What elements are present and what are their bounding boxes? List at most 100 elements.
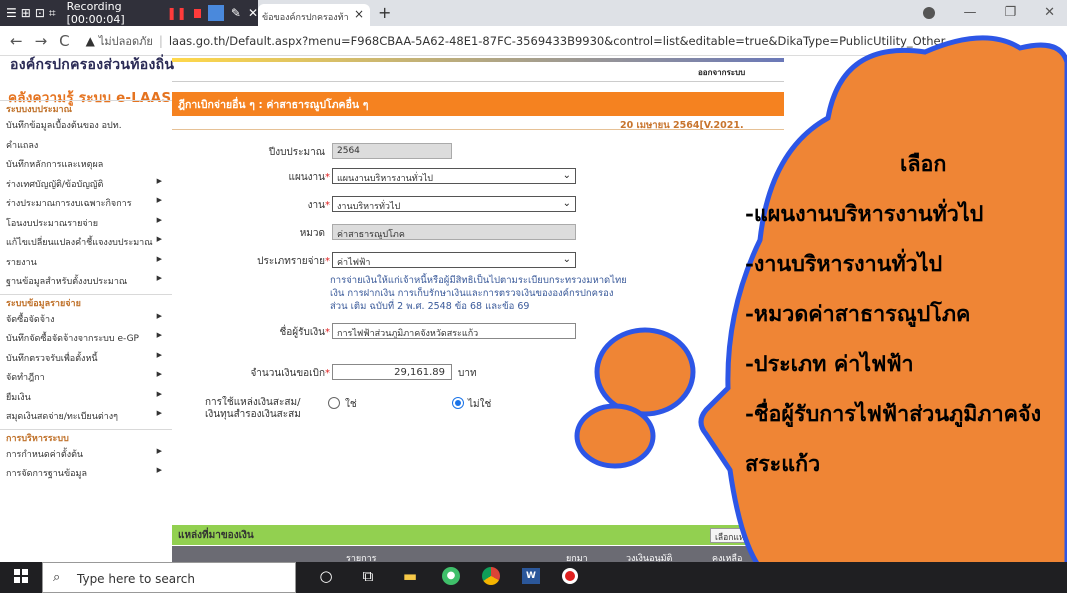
taskbar-search[interactable]: ⌕ Type here to search: [42, 562, 296, 593]
plan-select[interactable]: แผนงานบริหารงานทั่วไป ⌄: [332, 168, 576, 184]
chevron-right-icon: ▶: [156, 196, 162, 204]
chevron-right-icon: ▶: [156, 350, 162, 359]
sidebar-item-label: บันทึกจัดซื้อจัดจ้างจากระบบ e-GP: [6, 334, 139, 344]
sidebar-item[interactable]: ฐานข้อมูลสำหรับตั้งงบประมาณ ▶: [6, 274, 166, 288]
sidebar-item-label: จัดซื้อจัดจ้าง: [6, 314, 55, 325]
callout-ring-small: [574, 403, 656, 469]
callout-line: -งานบริหารงานทั่วไป: [745, 252, 943, 277]
chevron-right-icon: ▶: [156, 176, 162, 185]
sidebar-item[interactable]: จัดทำฎีกา ▶: [6, 370, 166, 384]
amount-input[interactable]: 29,161.89: [332, 364, 452, 380]
reserve-yes-radio[interactable]: [328, 397, 340, 409]
not-secure-label[interactable]: ไม่ปลอดภัย: [99, 32, 153, 50]
sidebar-item[interactable]: บันทึกข้อมูลเบื้องต้นของ อปท.: [6, 118, 166, 132]
chevron-right-icon: ▶: [156, 370, 162, 378]
sidebar-item-label: สมุดเงินสดจ่าย/ทะเบียนต่างๆ: [6, 412, 118, 422]
chevron-right-icon: ▶: [156, 409, 162, 417]
sidebar-item[interactable]: บันทึกตรวจรับเพื่อตั้งหนี้ ▶: [6, 351, 166, 365]
sidebar-item[interactable]: โอนงบประมาณรายจ่าย ▶: [6, 216, 166, 230]
sidebar-item[interactable]: ร่างเทศบัญญัติ/ข้อบัญญัติ ▶: [6, 177, 166, 191]
sidebar-item-label: รายงาน: [6, 257, 37, 268]
profile-icon[interactable]: [923, 7, 936, 19]
sidebar-item-label: การกำหนดค่าตั้งต้น: [6, 449, 84, 460]
work-label: งาน*: [307, 200, 330, 211]
sidebar-item-label: แก้ไขเปลี่ยนแปลงคำชี้แจงงบประมาณ: [6, 238, 153, 248]
sidebar-item[interactable]: บันทึกจัดซื้อจัดจ้างจากระบบ e-GP ▶: [6, 331, 166, 345]
pause-icon[interactable]: ❚❚: [167, 6, 187, 20]
sidebar-item-label: บันทึกข้อมูลเบื้องต้นของ อปท.: [6, 121, 122, 131]
sidebar-item-label: ร่างประมาณการงบเฉพาะกิจการ: [6, 199, 132, 209]
sidebar-item-label: บันทึกตรวจรับเพื่อตั้งหนี้: [6, 353, 98, 364]
chevron-right-icon: ▶: [156, 466, 162, 474]
recorder-app-icon[interactable]: [562, 568, 578, 584]
line-app-icon[interactable]: ●: [442, 567, 460, 585]
file-explorer-icon[interactable]: ▬: [400, 567, 420, 585]
windows-start-icon[interactable]: [14, 569, 28, 583]
sidebar-item[interactable]: คำแถลง: [6, 138, 166, 152]
screen-recorder-toolbar: ☰⊞⊡⌗ Recording [00:00:04] ❚❚ ✎ ✕: [0, 0, 258, 26]
chrome-icon[interactable]: [482, 567, 500, 585]
chevron-right-icon: ▶: [156, 311, 162, 320]
sidebar-item[interactable]: รายงาน ▶: [6, 255, 166, 269]
chevron-right-icon: ▶: [156, 446, 162, 455]
search-placeholder: Type here to search: [77, 572, 195, 586]
plan-label: แผนงาน*: [288, 172, 330, 183]
sidebar-section-title: ระบบงบประมาณ: [6, 105, 72, 115]
category-label: หมวด: [299, 228, 325, 239]
browser-tab[interactable]: ข้อของค์กรปกครองท้า ×: [258, 4, 370, 26]
sidebar-item-label: ร่างเทศบัญญัติ/ข้อบัญญัติ: [6, 179, 104, 190]
warning-icon: ▲: [85, 33, 95, 48]
reserve-no-radio[interactable]: [452, 397, 464, 409]
cortana-icon[interactable]: ○: [316, 567, 336, 585]
sidebar-section-title: การบริหารระบบ: [6, 433, 69, 444]
work-select[interactable]: งานบริหารทั่วไป ⌄: [332, 196, 576, 212]
recorder-tool-icons[interactable]: ☰⊞⊡⌗: [6, 6, 60, 21]
close-recorder-icon[interactable]: ✕: [248, 6, 258, 20]
payee-label: ชื่อผู้รับเงิน*: [279, 327, 330, 338]
budget-year-label: ปีงบประมาณ: [268, 147, 325, 158]
word-icon[interactable]: W: [522, 568, 540, 584]
new-tab-icon[interactable]: +: [378, 3, 391, 22]
sidebar-item[interactable]: สมุดเงินสดจ่าย/ทะเบียนต่างๆ ▶: [6, 409, 166, 423]
task-view-icon[interactable]: ⧉: [358, 567, 378, 585]
pen-icon[interactable]: ✎: [231, 6, 241, 20]
sidebar-item[interactable]: การกำหนดค่าตั้งต้น ▶: [6, 447, 166, 461]
chevron-right-icon: ▶: [156, 215, 162, 224]
callout-ring-large: [594, 327, 696, 417]
reserve-no-label: ไม่ใช่: [468, 399, 492, 410]
callout-line: -แผนงานบริหารงานทั่วไป: [745, 202, 984, 227]
page-title: ฎีกาเบิกจ่ายอื่น ๆ : ค่าสาธารณูปโภคอื่น …: [178, 98, 369, 111]
stop-icon[interactable]: [193, 8, 201, 18]
window-controls: — ❐ ✕: [923, 5, 1055, 20]
sidebar-item-label: การจัดการฐานข้อมูล: [6, 469, 87, 479]
sidebar-item[interactable]: แก้ไขเปลี่ยนแปลงคำชี้แจงงบประมาณ ▶: [6, 235, 166, 249]
sidebar-item[interactable]: การจัดการฐานข้อมูล ▶: [6, 466, 166, 480]
funding-source-title: แหล่งที่มาของเงิน: [178, 529, 254, 541]
sidebar-item[interactable]: ร่างประมาณการงบเฉพาะกิจการ ▶: [6, 196, 166, 210]
payee-input[interactable]: การไฟฟ้าส่วนภูมิภาคจังหวัดสระแก้ว: [332, 323, 576, 339]
expense-type-label: ประเภทรายจ่าย*: [257, 256, 330, 267]
callout-line: -ประเภท ค่าไฟฟ้า: [745, 352, 914, 377]
expense-type-select[interactable]: ค่าไฟฟ้า ⌄: [332, 252, 576, 268]
sidebar-item[interactable]: จัดซื้อจัดจ้าง ▶: [6, 312, 166, 326]
chevron-right-icon: ▶: [156, 235, 162, 243]
sidebar-item-label: ยืมเงิน: [6, 392, 31, 403]
callout-line: -หมวดค่าสาธารณูปโภค: [745, 302, 971, 327]
sidebar-item[interactable]: บันทึกหลักการและเหตุผล: [6, 157, 166, 171]
chevron-right-icon: ▶: [156, 331, 162, 339]
minimize-icon[interactable]: —: [963, 5, 976, 20]
sidebar-item[interactable]: ยืมเงิน ▶: [6, 390, 166, 404]
nav-buttons[interactable]: ←→C: [10, 32, 82, 50]
highlight-icon[interactable]: [207, 5, 224, 21]
chevron-right-icon: ▶: [156, 274, 162, 282]
callout-text: เลือก -แผนงานบริหารงานทั่วไป -งานบริหารง…: [745, 140, 1067, 490]
budget-year-field: 2564: [332, 143, 452, 159]
taskbar-apps: ○ ⧉ ▬ ● W: [316, 567, 578, 585]
chevron-right-icon: ▶: [156, 254, 162, 263]
close-window-icon[interactable]: ✕: [1044, 5, 1055, 20]
close-tab-icon[interactable]: ×: [354, 7, 364, 26]
sidebar-item-label: คำแถลง: [6, 140, 39, 151]
amount-label: จำนวนเงินขอเบิก*: [250, 368, 330, 379]
sidebar: คลังความรู้ ระบบ e-LAAS ระบบงบประมาณ บันท…: [0, 82, 172, 562]
maximize-icon[interactable]: ❐: [1004, 5, 1016, 20]
